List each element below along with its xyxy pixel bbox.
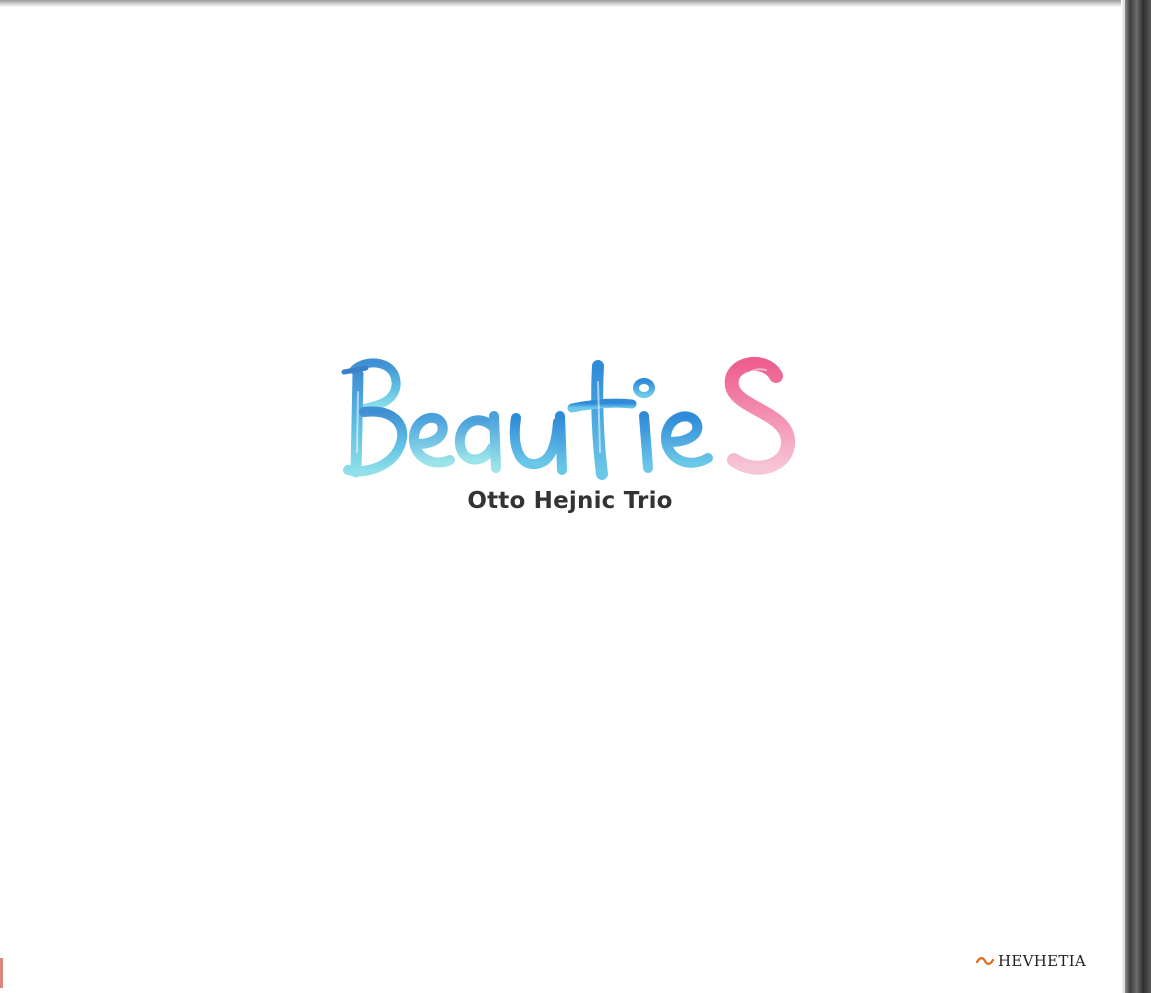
album-title-logo <box>341 356 795 480</box>
record-label: HEVHETIA <box>976 952 1086 970</box>
record-label-name: HEVHETIA <box>998 952 1087 970</box>
album-cover-scan: Otto Hejnic Trio HEVHETIA <box>0 0 1151 993</box>
top-scan-shadow <box>0 0 1128 7</box>
artist-name: Otto Hejnic Trio <box>467 488 673 514</box>
left-edge-mark <box>0 958 3 988</box>
right-scan-edge <box>1125 0 1151 993</box>
wave-icon <box>976 957 994 965</box>
